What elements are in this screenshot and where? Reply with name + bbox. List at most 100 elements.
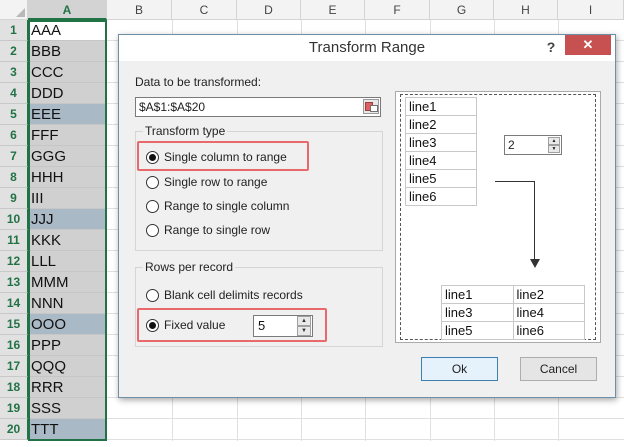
cell-a[interactable]: FFF	[28, 125, 106, 146]
radio-fixed-value[interactable]	[146, 319, 159, 332]
result-table: line1 line2 line3 line4 line5 line6	[441, 285, 585, 340]
row-header[interactable]: 18	[0, 377, 28, 398]
result-cell: line2	[512, 285, 585, 304]
column-header-d[interactable]: D	[237, 0, 301, 20]
row-header[interactable]: 19	[0, 398, 28, 419]
row-header[interactable]: 3	[0, 62, 28, 83]
row-header[interactable]: 6	[0, 125, 28, 146]
cell-a[interactable]: NNN	[28, 293, 106, 314]
arrow-line	[534, 181, 535, 261]
source-cell: line5	[405, 169, 477, 188]
cell-a[interactable]: SSS	[28, 398, 106, 419]
row-header[interactable]: 11	[0, 230, 28, 251]
close-button[interactable]: ✕	[565, 35, 611, 55]
chevron-up-icon[interactable]: ▲	[297, 316, 311, 326]
fixed-value-stepper[interactable]: ▲ ▼	[297, 316, 311, 336]
result-cell: line5	[441, 321, 514, 340]
chevron-up-icon: ▲	[548, 137, 560, 145]
dialog-titlebar[interactable]: Transform Range ? ✕	[119, 35, 615, 61]
label-range-to-single-column: Range to single column	[164, 199, 290, 213]
row-header[interactable]: 20	[0, 419, 28, 440]
transform-type-title: Transform type	[143, 124, 228, 138]
row-header[interactable]: 14	[0, 293, 28, 314]
row-header[interactable]: 10	[0, 209, 28, 230]
preview-spin: 2 ▲ ▼	[504, 135, 562, 155]
grid-line	[107, 439, 624, 440]
cell-a[interactable]: JJJ	[28, 209, 106, 230]
label-single-column-to-range: Single column to range	[164, 150, 287, 164]
row-header[interactable]: 16	[0, 335, 28, 356]
grid-line	[107, 418, 624, 419]
cell-a[interactable]: RRR	[28, 377, 106, 398]
row-header[interactable]: 5	[0, 104, 28, 125]
column-header-b[interactable]: B	[107, 0, 172, 20]
help-button[interactable]: ?	[539, 37, 563, 57]
row-header[interactable]: 15	[0, 314, 28, 335]
select-all-corner[interactable]	[0, 0, 28, 20]
label-blank-cell-delimits: Blank cell delimits records	[164, 288, 303, 302]
source-cell: line4	[405, 151, 477, 170]
cell-a[interactable]: QQQ	[28, 356, 106, 377]
row-header[interactable]: 17	[0, 356, 28, 377]
result-cell: line6	[512, 321, 585, 340]
source-cell: line2	[405, 115, 477, 134]
cell-a[interactable]: DDD	[28, 83, 106, 104]
cell-a[interactable]: III	[28, 188, 106, 209]
arrow-down-icon	[530, 259, 540, 268]
data-to-transform-label: Data to be transformed:	[135, 75, 262, 89]
cell-a[interactable]: CCC	[28, 62, 106, 83]
row-header[interactable]: 7	[0, 146, 28, 167]
cell-a[interactable]: AAA	[28, 20, 106, 41]
transform-range-dialog: Transform Range ? ✕ Data to be transform…	[118, 34, 616, 398]
row-header[interactable]: 2	[0, 41, 28, 62]
cell-a[interactable]: HHH	[28, 167, 106, 188]
cell-a[interactable]: BBB	[28, 41, 106, 62]
result-cell: line4	[512, 303, 585, 322]
source-cell: line6	[405, 187, 477, 206]
column-header-g[interactable]: G	[430, 0, 494, 20]
source-table: line1 line2 line3 line4 line5 line6	[405, 97, 477, 206]
preview-frame: line1 line2 line3 line4 line5 line6 2 ▲ ▼ lin…	[400, 94, 596, 340]
row-header[interactable]: 8	[0, 167, 28, 188]
radio-single-row-to-range[interactable]	[146, 176, 159, 189]
label-single-row-to-range: Single row to range	[164, 175, 268, 189]
result-cell: line3	[441, 303, 514, 322]
source-cell: line1	[405, 97, 477, 116]
preview-panel: line1 line2 line3 line4 line5 line6 2 ▲ ▼ lin…	[395, 91, 601, 343]
label-range-to-single-row: Range to single row	[164, 223, 271, 237]
column-header-f[interactable]: F	[365, 0, 430, 20]
chevron-down-icon: ▼	[548, 145, 560, 153]
row-header[interactable]: 12	[0, 251, 28, 272]
radio-single-column-to-range[interactable]	[146, 151, 159, 164]
row-header[interactable]: 13	[0, 272, 28, 293]
cell-a[interactable]: GGG	[28, 146, 106, 167]
cell-a[interactable]: EEE	[28, 104, 106, 125]
cell-a[interactable]: MMM	[28, 272, 106, 293]
cell-a[interactable]: OOO	[28, 314, 106, 335]
radio-range-to-single-column[interactable]	[146, 200, 159, 213]
rows-per-record-title: Rows per record	[143, 260, 236, 274]
chevron-down-icon[interactable]: ▼	[297, 326, 311, 336]
cell-a[interactable]: TTT	[28, 419, 106, 440]
cell-a[interactable]: KKK	[28, 230, 106, 251]
cell-a[interactable]: PPP	[28, 335, 106, 356]
column-header-i[interactable]: I	[558, 0, 624, 20]
label-fixed-value: Fixed value	[164, 318, 226, 332]
arrow-line	[495, 181, 535, 182]
source-cell: line3	[405, 133, 477, 152]
range-input[interactable]: $A$1:$A$20	[135, 97, 381, 117]
column-header-h[interactable]: H	[494, 0, 558, 20]
cancel-button[interactable]: Cancel	[520, 357, 597, 381]
row-header[interactable]: 1	[0, 20, 28, 41]
range-select-icon[interactable]	[363, 99, 379, 114]
radio-range-to-single-row[interactable]	[146, 224, 159, 237]
cell-a[interactable]: LLL	[28, 251, 106, 272]
column-header-e[interactable]: E	[301, 0, 365, 20]
ok-button[interactable]: Ok	[421, 357, 498, 381]
radio-blank-cell-delimits[interactable]	[146, 289, 159, 302]
row-header[interactable]: 4	[0, 83, 28, 104]
row-header[interactable]: 9	[0, 188, 28, 209]
column-header-a[interactable]: A	[28, 0, 107, 20]
column-header-c[interactable]: C	[172, 0, 237, 20]
result-cell: line1	[441, 285, 514, 304]
